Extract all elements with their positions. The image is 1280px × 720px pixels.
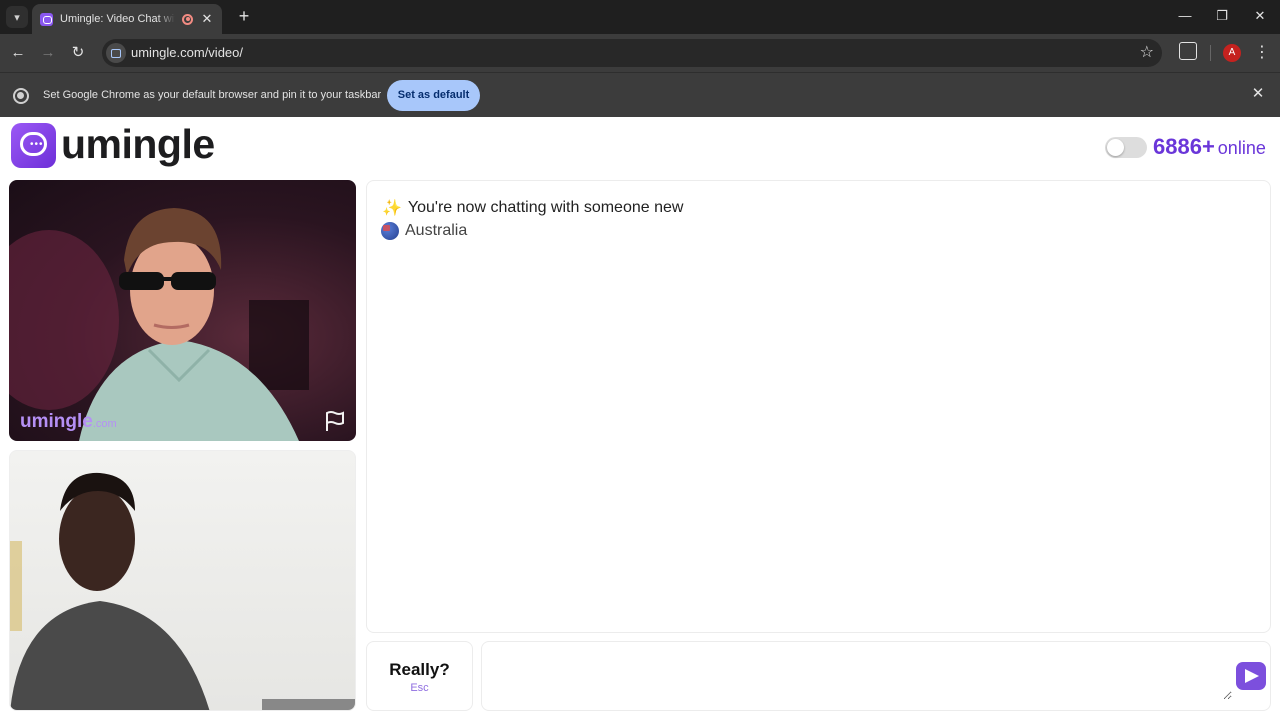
tab-strip: ▾ Umingle: Video Chat with Strangers ✕ +… xyxy=(0,0,1280,34)
watermark-main: umingle xyxy=(20,411,93,432)
address-bar[interactable]: umingle.com/video/ ☆ xyxy=(102,39,1162,67)
set-as-default-button[interactable]: Set as default xyxy=(387,80,480,111)
umingle-favicon-icon xyxy=(40,12,53,26)
site-info-camera-icon[interactable] xyxy=(106,43,126,63)
self-video-feed xyxy=(10,472,355,710)
skip-button[interactable]: Really? Esc xyxy=(366,641,473,711)
skip-button-hint: Esc xyxy=(410,682,429,694)
url-text[interactable]: umingle.com/video/ xyxy=(131,45,243,60)
minimize-button[interactable]: — xyxy=(1175,6,1195,26)
profile-avatar[interactable]: A xyxy=(1223,44,1241,62)
report-flag-icon[interactable] xyxy=(325,410,345,432)
chat-country-line: Australia xyxy=(381,222,467,240)
message-input[interactable] xyxy=(492,652,1232,700)
back-arrow-icon[interactable]: ← xyxy=(7,42,29,64)
chat-country-text: Australia xyxy=(405,222,468,239)
toolbar-divider xyxy=(1210,45,1211,61)
infobar-close-button[interactable]: ✕ xyxy=(1250,86,1266,102)
theme-toggle[interactable] xyxy=(1105,137,1147,158)
forward-arrow-icon[interactable]: → xyxy=(37,42,59,64)
sparkles-icon: ✨ xyxy=(382,200,402,217)
toggle-knob xyxy=(1107,139,1124,156)
chat-panel: ✨ You're now chatting with someone new A… xyxy=(366,180,1271,633)
active-tab[interactable]: Umingle: Video Chat with Strangers ✕ xyxy=(32,4,222,34)
stranger-video: umingle.com xyxy=(9,180,356,441)
chat-status-text: You're now chatting with someone new xyxy=(407,199,684,216)
online-counter: 6886+ online xyxy=(1153,134,1266,160)
new-tab-button[interactable]: + xyxy=(235,6,253,26)
umingle-logo-icon[interactable]: ••• xyxy=(11,123,56,168)
bookmark-star-icon[interactable]: ☆ xyxy=(1140,42,1154,62)
chrome-menu-icon[interactable]: ⋮ xyxy=(1254,43,1270,63)
chrome-logo-icon xyxy=(13,88,29,104)
chat-status-line: ✨ You're now chatting with someone new xyxy=(382,198,683,218)
browser-toolbar: ← → ↻ umingle.com/video/ ☆ xyxy=(0,34,1280,72)
infobar-message: Set Google Chrome as your default browse… xyxy=(43,89,382,101)
stranger-video-feed xyxy=(9,208,309,441)
tab-search-button[interactable]: ▾ xyxy=(6,6,28,28)
default-browser-infobar: Set Google Chrome as your default browse… xyxy=(0,72,1280,117)
online-label: online xyxy=(1217,138,1266,158)
extensions-puzzle-icon[interactable] xyxy=(1179,42,1197,60)
tab-close-button[interactable]: ✕ xyxy=(200,11,214,27)
site-logo-text[interactable]: umingle xyxy=(61,121,215,168)
recording-indicator-icon xyxy=(182,13,193,25)
skip-button-label: Really? xyxy=(389,660,450,679)
tab-title: Umingle: Video Chat with Strangers xyxy=(60,13,175,25)
umingle-page: ••• umingle 6886+ online umingle.com ✨ Y… xyxy=(0,117,1280,720)
umingle-watermark: umingle.com xyxy=(20,411,117,433)
online-count: 6886+ xyxy=(1153,134,1215,159)
self-video xyxy=(9,450,356,711)
restore-button[interactable]: ❐ xyxy=(1212,6,1232,26)
watermark-domain: .com xyxy=(92,418,117,430)
chat-bubble-icon: ••• xyxy=(20,132,47,156)
window-close-button[interactable]: ✕ xyxy=(1250,6,1270,26)
reload-icon[interactable]: ↻ xyxy=(67,42,89,64)
message-composer xyxy=(481,641,1271,711)
australia-flag-icon xyxy=(381,222,399,240)
send-icon[interactable] xyxy=(1236,662,1266,690)
